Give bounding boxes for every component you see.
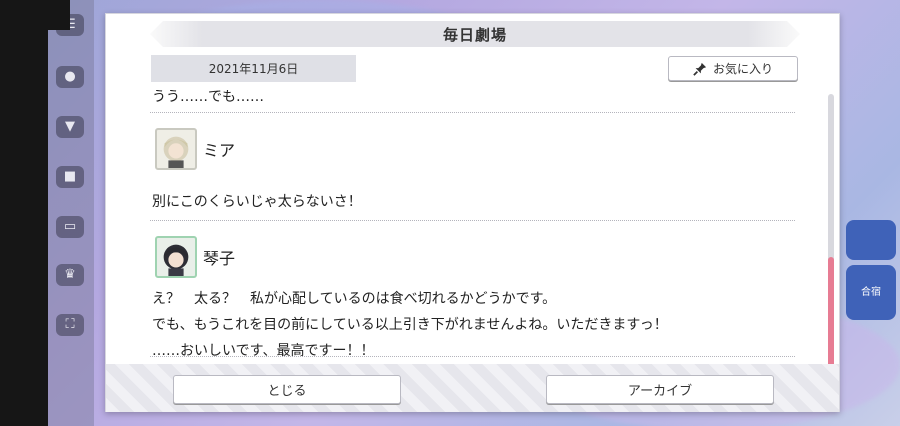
close-button[interactable]: とじる (173, 375, 401, 404)
fullscreen-button[interactable]: ⛶ (56, 314, 84, 336)
trophy-icon: ♛ (64, 267, 76, 282)
separator (150, 356, 795, 357)
speaker-name: 琴子 (203, 249, 236, 268)
archive-label: アーカイブ (627, 384, 693, 399)
shirt-icon: ▼ (65, 119, 75, 134)
speaker-name: ミア (203, 141, 236, 160)
avatar-kotoha (155, 236, 197, 278)
scrollbar[interactable] (828, 94, 834, 369)
camp-tile-label: 合宿 (861, 287, 881, 298)
pin-icon (693, 62, 707, 76)
avatar-mia (155, 128, 197, 170)
dialog-footer: とじる アーカイブ (106, 364, 839, 412)
separator (150, 112, 795, 113)
favorite-label: お気に入り (712, 62, 773, 76)
script-line: でも、もうこれを目の前にしている以上引き下がれませんよね。いただきますっ！ (152, 317, 668, 333)
kotoha-portrait (163, 244, 189, 276)
close-label: とじる (267, 384, 307, 399)
script-scroll-area[interactable]: うう……でも…… ミア 別にこのくらいじゃ太らないさ！ 琴子 え？ 太る？ 私が… (150, 90, 795, 362)
unit-button[interactable]: ▼ (56, 116, 84, 138)
monitor-button[interactable]: ▭ (56, 216, 84, 238)
date-label: 2021年11月6日 (151, 55, 356, 82)
chat-button[interactable]: ● (56, 66, 84, 88)
side-tile[interactable] (846, 220, 896, 260)
right-decoration: 合宿 (842, 0, 900, 426)
separator (150, 220, 795, 221)
dialog-title: 毎日劇場 (442, 25, 507, 44)
script-line: え？ 太る？ 私が心配しているのは食べ切れるかどうかです。 (152, 291, 557, 307)
archive-button[interactable]: アーカイブ (546, 375, 774, 404)
chat-icon: ● (64, 69, 76, 84)
script-line: 別にこのくらいじゃ太らないさ！ (152, 194, 362, 210)
daily-theater-dialog: 毎日劇場 2021年11月6日 お気に入り うう……でも…… ミア 別にこのくら… (105, 13, 840, 412)
mia-portrait (163, 136, 189, 168)
monitor-icon: ▭ (63, 219, 77, 234)
speaker-mia: ミア (155, 128, 235, 170)
gift-icon: ■ (63, 169, 77, 184)
scrollbar-thumb[interactable] (828, 257, 834, 369)
trophy-button[interactable]: ♛ (56, 264, 84, 286)
gift-button[interactable]: ■ (56, 166, 84, 188)
script-line-partial: うう……でも…… (152, 90, 264, 105)
speaker-kotoha: 琴子 (155, 236, 235, 278)
device-bezel (0, 0, 70, 426)
fullscreen-icon: ⛶ (65, 317, 75, 332)
dialog-title-bar: 毎日劇場 (150, 21, 800, 47)
camp-tile[interactable]: 合宿 (846, 265, 896, 320)
script-line: ……おいしいです、最高ですー！！ (152, 343, 375, 359)
favorite-button[interactable]: お気に入り (668, 56, 798, 81)
left-rail (48, 0, 94, 426)
